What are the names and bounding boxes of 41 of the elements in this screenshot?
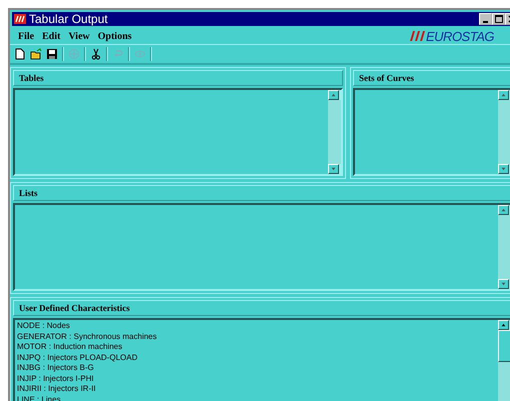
window-title: Tabular Output xyxy=(29,12,108,26)
menu-item[interactable]: Options xyxy=(98,30,132,42)
list-item[interactable]: MOTOR : Induction machines xyxy=(17,342,157,352)
scroll-down-icon[interactable] xyxy=(498,279,509,289)
tables-list[interactable] xyxy=(13,88,343,176)
menu-item[interactable]: View xyxy=(68,30,90,42)
app-logo-icon xyxy=(14,14,26,24)
scroll-up-icon[interactable] xyxy=(498,320,509,330)
list-item[interactable]: INJPQ : Injectors PLOAD-QLOAD xyxy=(17,352,157,363)
lists-list[interactable] xyxy=(13,203,510,291)
minimize-button[interactable] xyxy=(479,13,492,25)
scroll-up-icon[interactable] xyxy=(328,90,339,100)
menu-item[interactable]: File xyxy=(18,30,34,42)
save-icon[interactable] xyxy=(46,48,58,60)
new-file-icon[interactable] xyxy=(14,48,26,60)
list-item[interactable]: INJIP : Injectors I-PHI xyxy=(17,374,157,384)
scrollbar[interactable] xyxy=(498,90,510,174)
list-item[interactable]: INJBG : Injectors B-G xyxy=(17,363,157,374)
panel-header: User Defined Characteristics xyxy=(13,300,510,316)
scroll-thumb[interactable] xyxy=(498,330,510,362)
maximize-button[interactable] xyxy=(492,13,505,25)
open-folder-icon[interactable] xyxy=(30,48,42,60)
list-item[interactable]: INJIRII : Injectors IR-II xyxy=(17,384,157,394)
scrollbar[interactable] xyxy=(498,205,510,289)
panel-header: Sets of Curves xyxy=(353,70,510,86)
brand-name: EUROSTAG xyxy=(426,28,494,44)
maximize-icon xyxy=(494,15,502,23)
scrollbar[interactable] xyxy=(328,90,341,174)
panel-header: Lists xyxy=(13,185,510,201)
scroll-down-icon[interactable] xyxy=(328,164,339,174)
panel-header: Tables xyxy=(13,70,343,86)
list-item[interactable]: GENERATOR : Synchronous machines xyxy=(17,332,157,342)
stripes-icon xyxy=(409,31,425,41)
cut-icon[interactable] xyxy=(90,48,102,60)
list-item[interactable]: NODE : Nodes xyxy=(17,321,157,332)
scroll-up-icon[interactable] xyxy=(498,205,509,215)
scrollbar[interactable] xyxy=(498,320,510,401)
curves-list[interactable] xyxy=(353,88,510,176)
scroll-down-icon[interactable] xyxy=(498,164,509,174)
menu-item[interactable]: Edit xyxy=(42,30,60,42)
scroll-up-icon[interactable] xyxy=(498,90,509,100)
